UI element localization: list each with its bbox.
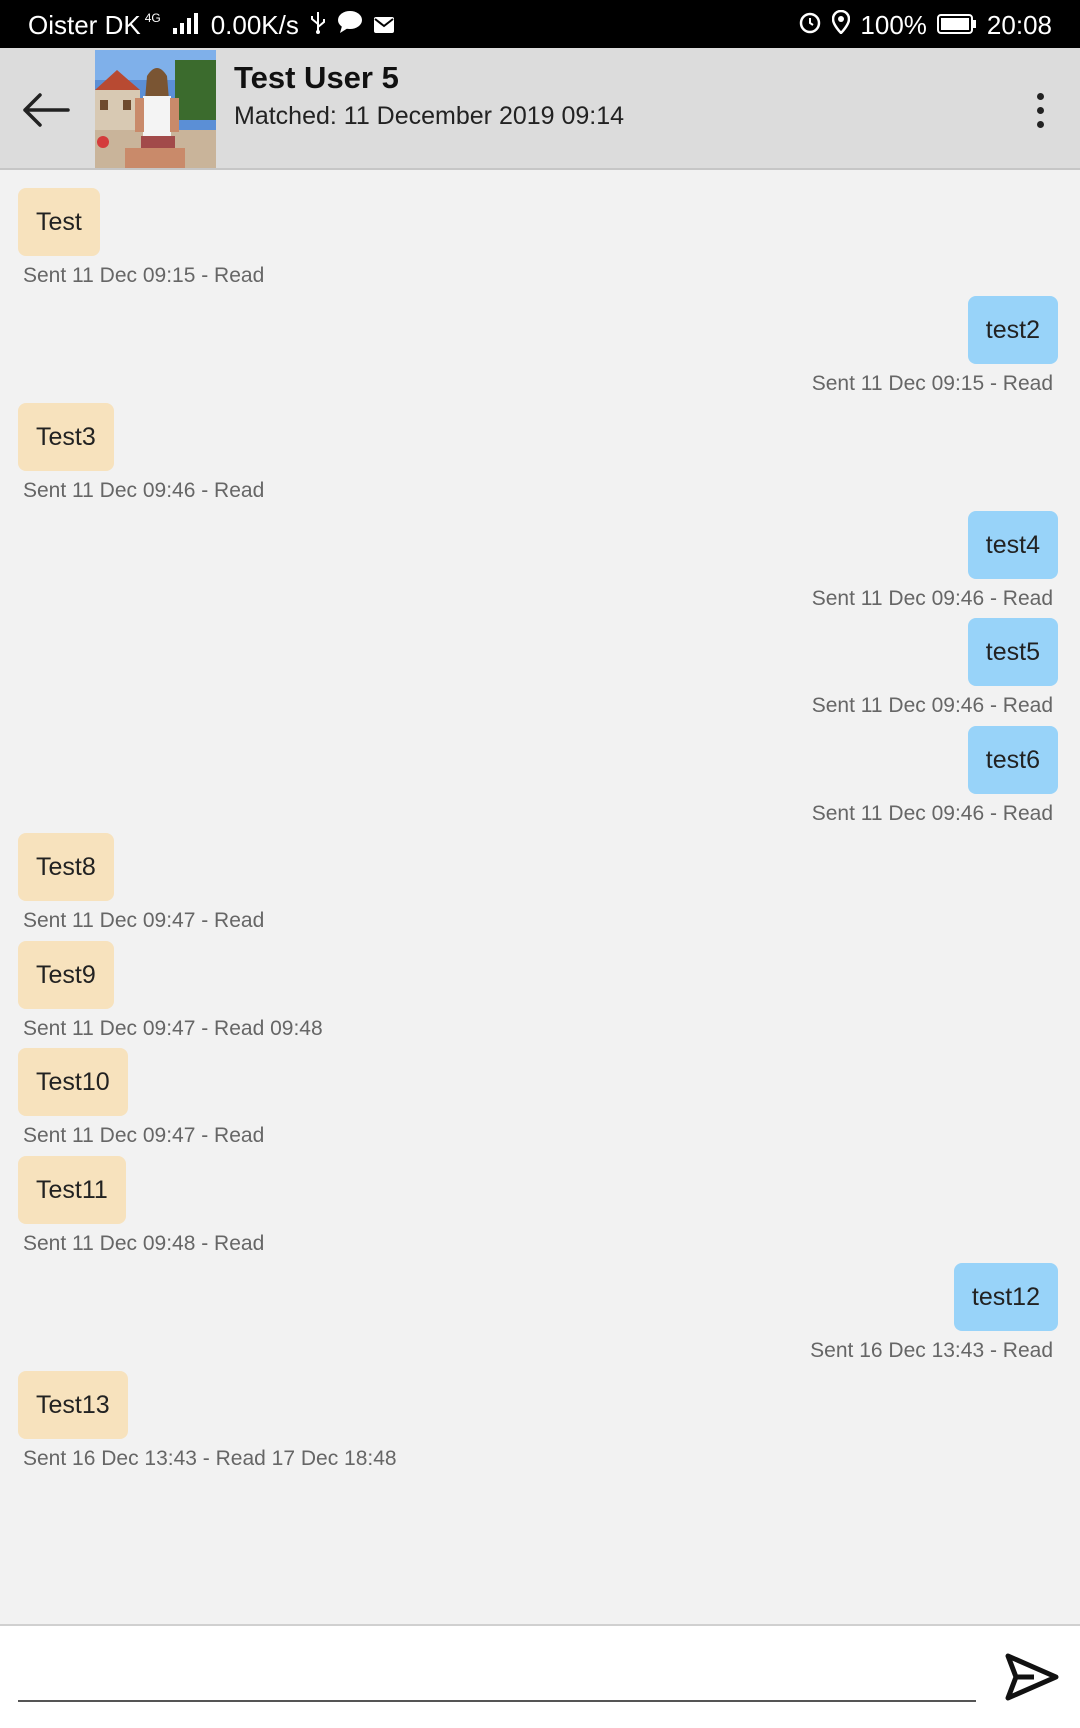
- clock: 20:08: [986, 10, 1052, 40]
- message-bubble[interactable]: Test3: [18, 403, 114, 471]
- signal-icon: [171, 10, 201, 41]
- message-bubble[interactable]: test2: [967, 296, 1058, 364]
- battery-percent: 100%: [860, 10, 927, 40]
- message-bubble[interactable]: Test11: [18, 1156, 126, 1224]
- message-meta: Sent 11 Dec 09:47 - Read: [23, 909, 265, 932]
- mail-icon: [373, 10, 395, 41]
- message-bubble[interactable]: Test: [18, 188, 100, 256]
- message-meta: Sent 11 Dec 09:15 - Read: [23, 264, 265, 287]
- message-composer: [0, 1624, 1080, 1728]
- message-meta: Sent 11 Dec 09:46 - Read: [811, 587, 1053, 610]
- matched-date: Matched: 11 December 2019 09:14: [234, 102, 625, 130]
- message-bubble[interactable]: test4: [967, 511, 1058, 579]
- status-right: 100% 20:08: [798, 9, 1052, 41]
- usb-icon: [309, 10, 327, 41]
- message-bubble[interactable]: test6: [967, 726, 1058, 794]
- message-meta: Sent 16 Dec 13:43 - Read 17 Dec 18:48: [23, 1447, 397, 1470]
- contact-name: Test User 5: [234, 60, 399, 95]
- message-input[interactable]: [18, 1646, 976, 1702]
- send-button[interactable]: [1004, 1652, 1060, 1702]
- message-bubble[interactable]: Test9: [18, 941, 114, 1009]
- message-meta: Sent 11 Dec 09:46 - Read: [811, 694, 1053, 717]
- message-meta: Sent 11 Dec 09:47 - Read 09:48: [23, 1017, 323, 1040]
- send-icon: [1005, 1653, 1059, 1701]
- message-bubble[interactable]: test5: [967, 618, 1058, 686]
- avatar[interactable]: [95, 50, 216, 168]
- back-button[interactable]: [20, 84, 72, 136]
- network-badge: 4G: [144, 10, 161, 25]
- chat-header: Test User 5 Matched: 11 December 2019 09…: [0, 48, 1080, 170]
- alarm-icon: [798, 10, 822, 41]
- message-bubble[interactable]: Test10: [18, 1048, 128, 1116]
- status-bar: Oister DK 4G 0.00K/s 100% 20:08: [0, 0, 1080, 48]
- message-meta: Sent 11 Dec 09:47 - Read: [23, 1124, 265, 1147]
- message-meta: Sent 11 Dec 09:48 - Read: [23, 1232, 265, 1255]
- avatar-photo: [95, 50, 216, 168]
- arrow-left-icon: [23, 93, 70, 127]
- battery-icon: [936, 10, 977, 41]
- more-vert-icon: [1036, 92, 1044, 100]
- message-bubble[interactable]: test12: [953, 1263, 1058, 1331]
- message-bubble[interactable]: Test13: [18, 1371, 128, 1439]
- network-speed: 0.00K/s: [210, 10, 299, 40]
- message-meta: Sent 11 Dec 09:46 - Read: [23, 479, 265, 502]
- status-left: Oister DK 4G 0.00K/s: [28, 10, 395, 41]
- message-bubble[interactable]: Test8: [18, 833, 114, 901]
- message-meta: Sent 16 Dec 13:43 - Read: [810, 1339, 1053, 1362]
- carrier-label: Oister DK: [28, 10, 141, 40]
- message-list[interactable]: Test Sent 11 Dec 09:15 - Read test2 Sent…: [0, 172, 1080, 1624]
- more-options-button[interactable]: [1018, 84, 1062, 136]
- chat-bubble-icon: [337, 10, 363, 41]
- message-meta: Sent 11 Dec 09:46 - Read: [811, 802, 1053, 825]
- message-meta: Sent 11 Dec 09:15 - Read: [811, 372, 1053, 395]
- location-icon: [832, 9, 851, 41]
